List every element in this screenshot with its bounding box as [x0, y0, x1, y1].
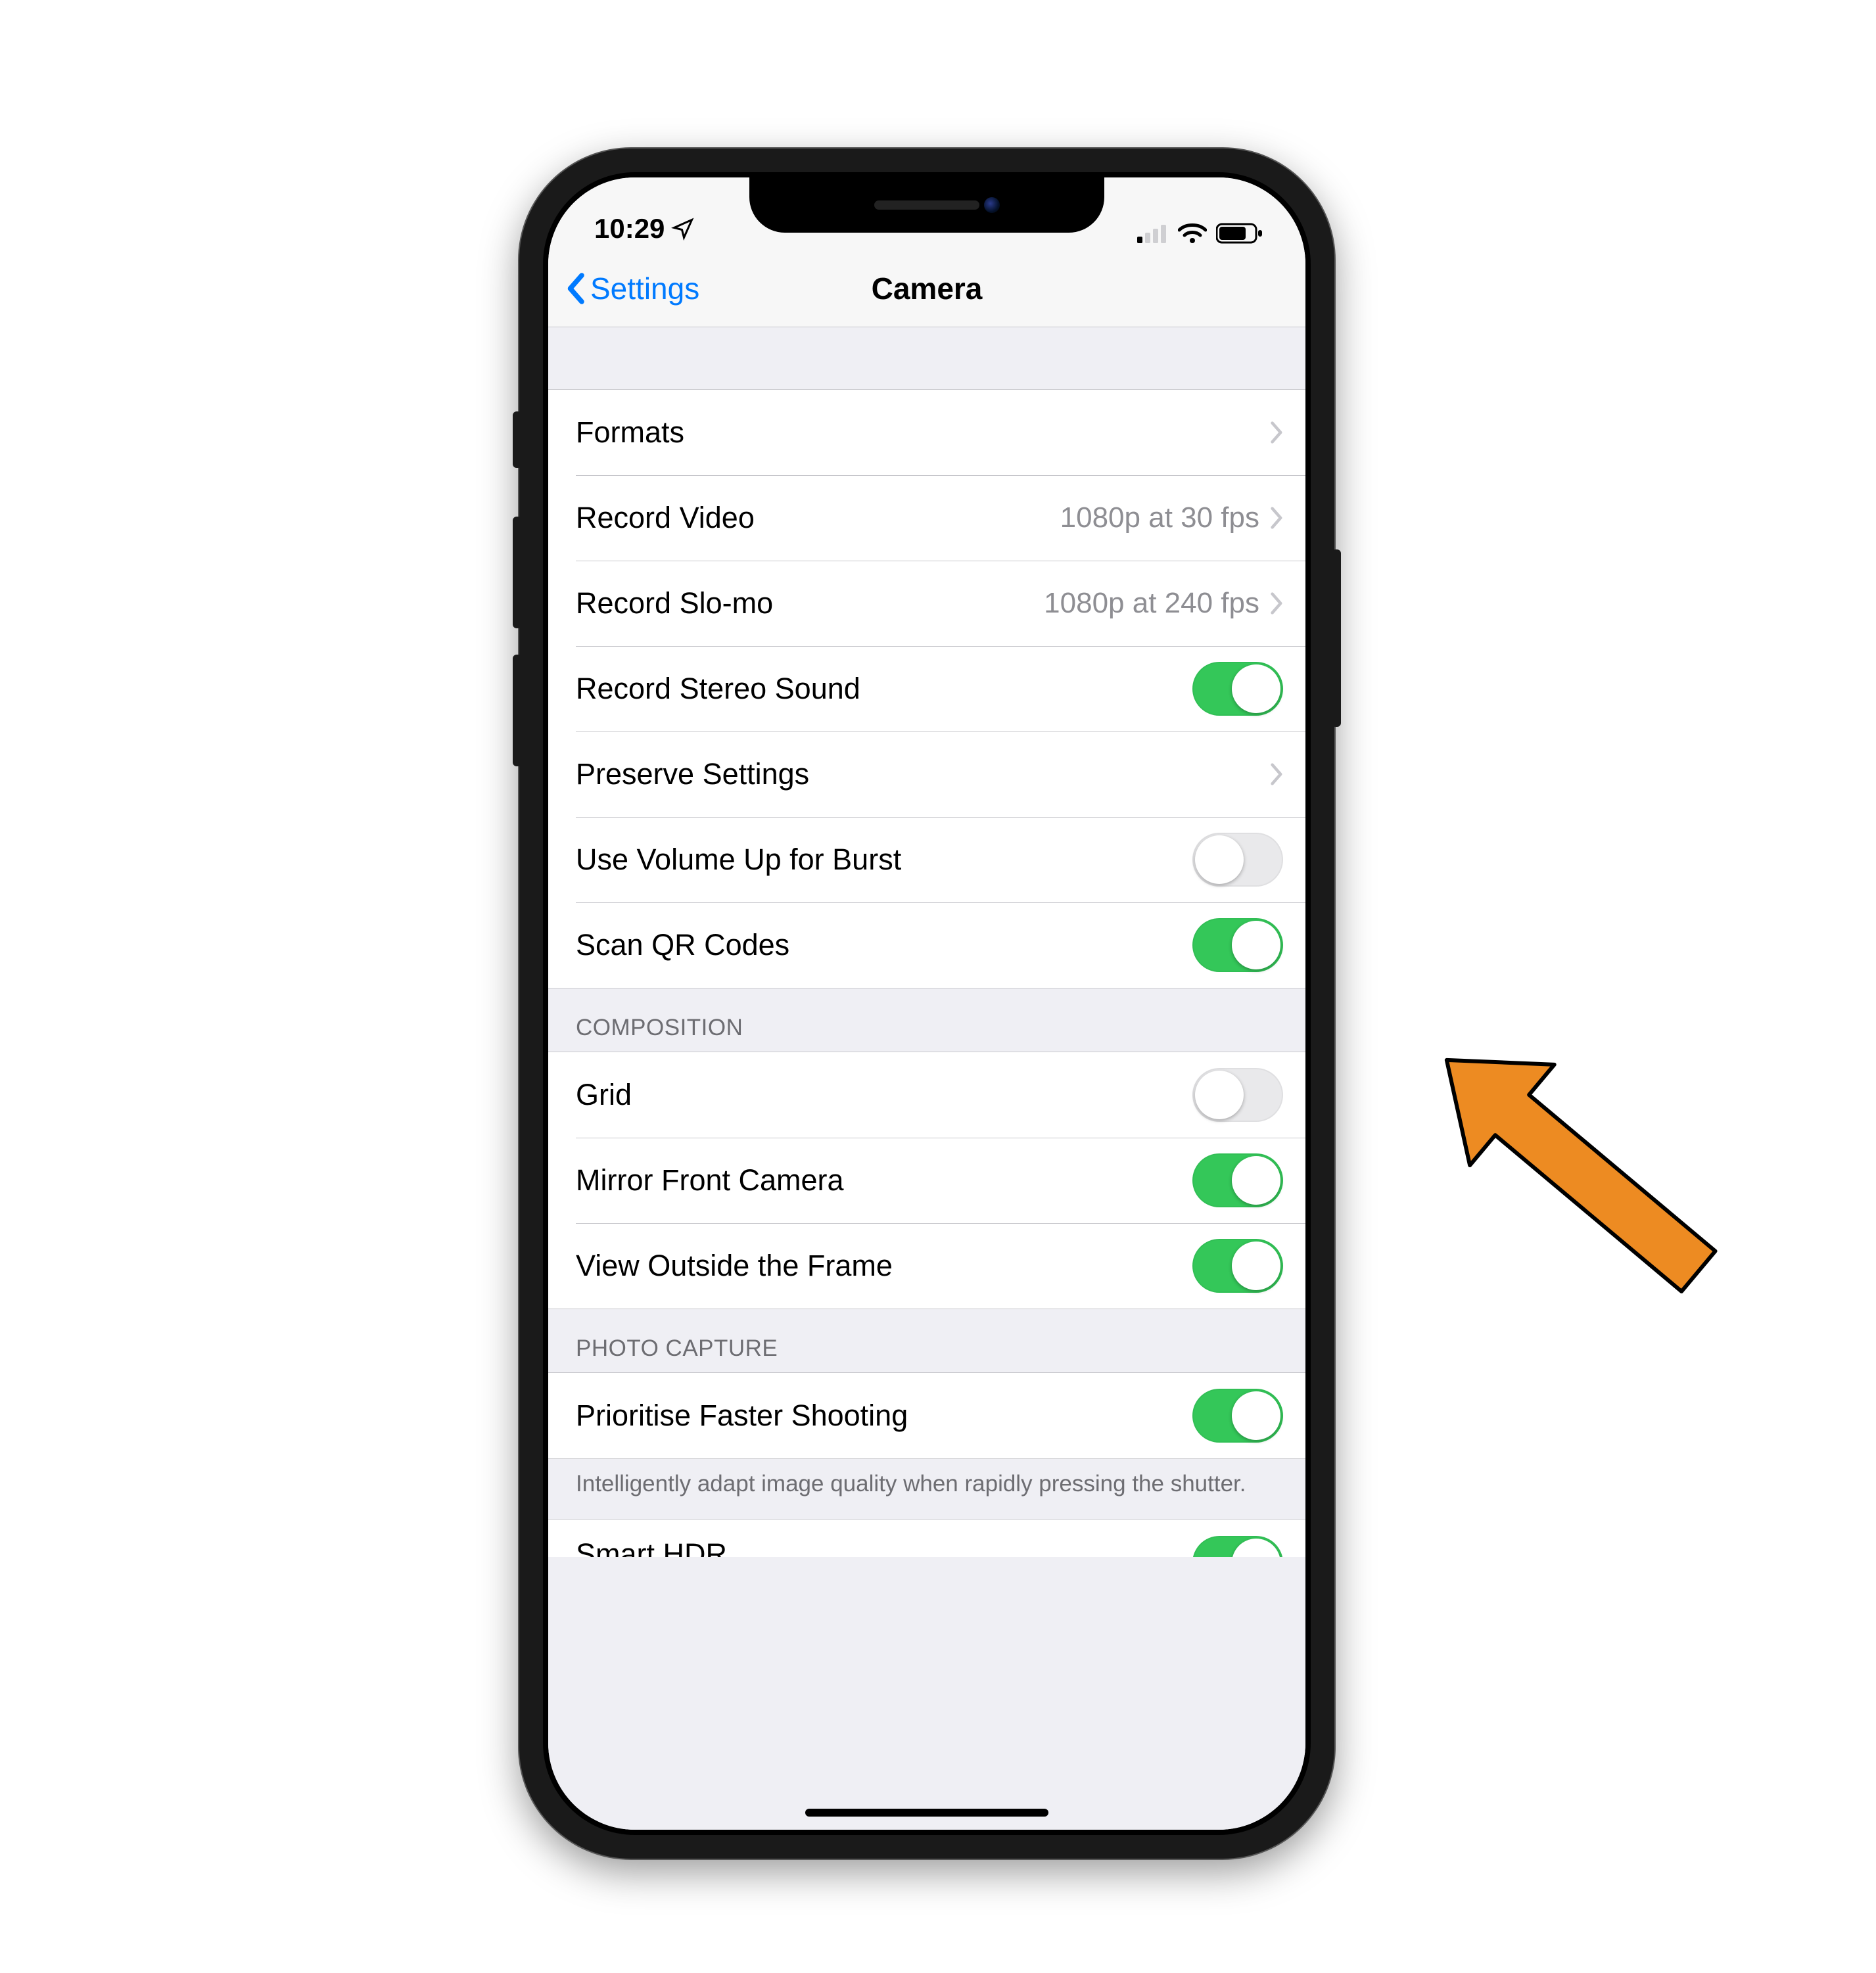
home-indicator[interactable]: [805, 1809, 1048, 1817]
page-title: Camera: [872, 271, 983, 306]
section-header-composition: COMPOSITION: [548, 988, 1305, 1052]
row-label: Smart HDR: [576, 1537, 727, 1557]
toggle-mirror_front[interactable]: [1192, 1153, 1283, 1207]
toggle-view_outside[interactable]: [1192, 1239, 1283, 1293]
chevron-right-icon: [1269, 592, 1283, 615]
toggle-stereo_sound[interactable]: [1192, 662, 1283, 716]
row-label: Record Video: [576, 501, 755, 535]
row-mirror_front[interactable]: Mirror Front Camera: [548, 1138, 1305, 1223]
row-record_video[interactable]: Record Video 1080p at 30 fps: [548, 475, 1305, 561]
row-label: Record Stereo Sound: [576, 672, 860, 706]
section-footer-photo-capture: Intelligently adapt image quality when r…: [548, 1459, 1305, 1519]
row-grid[interactable]: Grid: [548, 1052, 1305, 1138]
annotation-arrow: [1380, 1045, 1775, 1295]
location-arrow-icon: [671, 217, 695, 241]
notch: [749, 177, 1104, 233]
row-faster_shooting[interactable]: Prioritise Faster Shooting: [548, 1373, 1305, 1458]
phone-frame: 10:29: [519, 149, 1334, 1859]
toggle-grid[interactable]: [1192, 1068, 1283, 1122]
volume-down-button[interactable]: [513, 655, 522, 766]
row-smart-hdr[interactable]: Smart HDR: [548, 1519, 1305, 1557]
row-view_outside[interactable]: View Outside the Frame: [548, 1223, 1305, 1309]
toggle-scan_qr[interactable]: [1192, 918, 1283, 972]
back-label: Settings: [590, 271, 699, 306]
row-value: 1080p at 30 fps: [1060, 501, 1259, 534]
chevron-right-icon: [1269, 762, 1283, 786]
status-time: 10:29: [594, 213, 665, 244]
row-formats[interactable]: Formats: [548, 390, 1305, 475]
content-scroll[interactable]: FormatsRecord Video1080p at 30 fpsRecord…: [548, 327, 1305, 1830]
speaker-grille: [874, 200, 979, 210]
settings-group-main: FormatsRecord Video1080p at 30 fpsRecord…: [548, 389, 1305, 988]
row-label: Prioritise Faster Shooting: [576, 1399, 908, 1433]
row-label: Use Volume Up for Burst: [576, 843, 901, 877]
row-value: 1080p at 240 fps: [1044, 587, 1259, 620]
screen: 10:29: [548, 177, 1305, 1830]
power-button[interactable]: [1332, 549, 1341, 727]
row-volume_burst[interactable]: Use Volume Up for Burst: [548, 817, 1305, 902]
toggle-volume_burst[interactable]: [1192, 833, 1283, 887]
row-label: View Outside the Frame: [576, 1249, 893, 1283]
row-preserve[interactable]: Preserve Settings: [548, 731, 1305, 817]
cellular-signal-icon: [1137, 223, 1169, 243]
row-label: Grid: [576, 1078, 632, 1112]
silence-switch[interactable]: [513, 411, 522, 468]
back-button[interactable]: Settings: [564, 250, 699, 327]
row-label: Scan QR Codes: [576, 928, 789, 962]
toggle-smart-hdr[interactable]: [1192, 1536, 1283, 1557]
wifi-icon: [1178, 222, 1207, 244]
row-scan_qr[interactable]: Scan QR Codes: [548, 902, 1305, 988]
row-label: Mirror Front Camera: [576, 1163, 844, 1197]
front-camera: [984, 197, 1000, 213]
chevron-right-icon: [1269, 421, 1283, 444]
row-label: Formats: [576, 415, 684, 450]
chevron-left-icon: [564, 272, 586, 305]
volume-up-button[interactable]: [513, 517, 522, 628]
section-header-photo-capture: PHOTO CAPTURE: [548, 1309, 1305, 1372]
row-label: Record Slo-mo: [576, 586, 773, 620]
settings-group-composition: Grid Mirror Front Camera View Outside the …: [548, 1052, 1305, 1309]
nav-bar: Settings Camera: [548, 250, 1305, 327]
row-record_slomo[interactable]: Record Slo-mo 1080p at 240 fps: [548, 561, 1305, 646]
row-label: Preserve Settings: [576, 757, 809, 791]
toggle-faster_shooting[interactable]: [1192, 1389, 1283, 1443]
row-stereo_sound[interactable]: Record Stereo Sound: [548, 646, 1305, 731]
battery-icon: [1216, 222, 1263, 244]
settings-group-photo-capture: Prioritise Faster Shooting: [548, 1372, 1305, 1459]
chevron-right-icon: [1269, 506, 1283, 530]
